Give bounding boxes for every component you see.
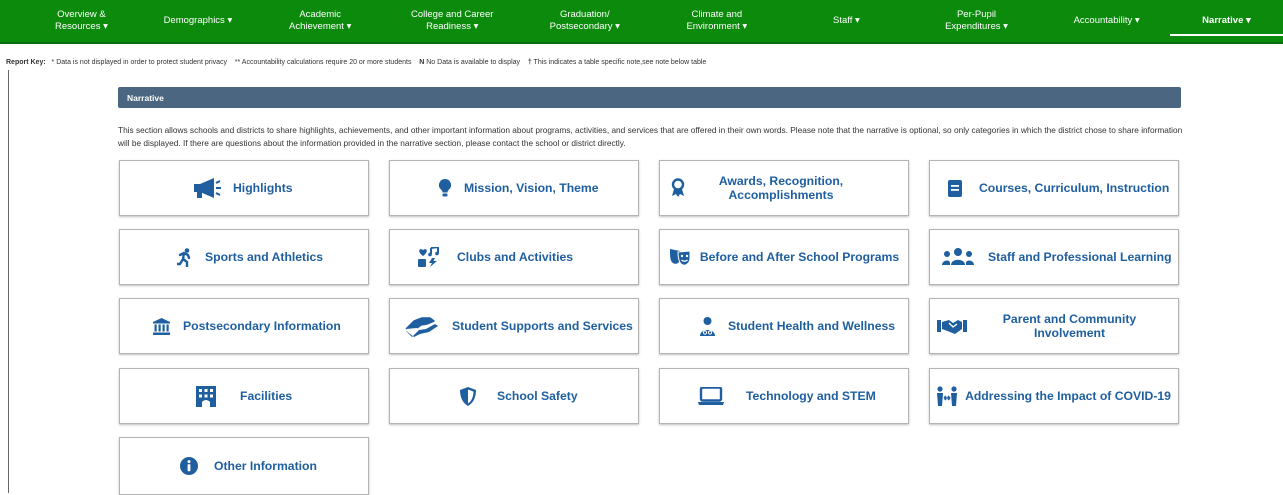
nav-per-pupil-expenditures[interactable]: Per-Pupil Expenditures ▾	[910, 9, 1044, 33]
nav-label: Overview &	[57, 9, 106, 20]
section-intro: This section allows schools and district…	[118, 125, 1183, 148]
report-key-note: * Data is not displayed in order to prot…	[51, 59, 228, 66]
card-label: Clubs and Activities	[457, 249, 574, 264]
content-left-border	[8, 70, 9, 493]
report-key-symbol: N	[419, 59, 425, 66]
card-label: Technology and STEM	[746, 388, 876, 403]
nav-label: Per-Pupil	[956, 9, 997, 20]
nav-accountability[interactable]: Accountability ▾	[1043, 15, 1170, 27]
nav-staff[interactable]: Staff ▾	[783, 15, 910, 27]
card-label: Mission, Vision, Theme	[464, 180, 599, 195]
shield-icon	[459, 386, 477, 406]
nav-college-career-readiness[interactable]: College and Career Readiness ▾	[385, 9, 519, 33]
card-label: Facilities	[240, 388, 293, 403]
card-student-health[interactable]: Student Health and Wellness	[659, 298, 909, 354]
card-other-information[interactable]: Other Information	[119, 437, 369, 495]
card-label: Parent and Community Involvement	[1002, 311, 1137, 341]
card-covid-impact[interactable]: Addressing the Impact of COVID-19	[929, 368, 1179, 424]
handshake-icon	[937, 318, 967, 335]
card-label: Other Information	[214, 458, 317, 473]
card-label: Postsecondary Information	[183, 318, 341, 333]
card-technology-stem[interactable]: Technology and STEM	[659, 368, 909, 424]
activities-icon	[417, 247, 439, 267]
card-mission-vision-theme[interactable]: Mission, Vision, Theme	[389, 160, 639, 216]
nav-academic-achievement[interactable]: Academic Achievement ▾	[255, 9, 386, 33]
report-key: Report Key: * Data is not displayed in o…	[6, 59, 706, 66]
card-label: Addressing the Impact of COVID-19	[965, 388, 1171, 403]
nav-label: Achievement ▾	[289, 21, 352, 32]
card-awards-recognition[interactable]: Awards, Recognition, Accomplishments	[659, 160, 909, 216]
lightbulb-icon	[437, 178, 453, 198]
nav-label: Readiness ▾	[426, 21, 479, 32]
card-label: Highlights	[233, 180, 293, 195]
nav-label: Climate and	[691, 9, 743, 20]
nav-label: Resources ▾	[55, 21, 108, 32]
card-label: Sports and Athletics	[205, 249, 324, 264]
info-circle-icon	[180, 457, 198, 475]
nav-demographics[interactable]: Demographics ▾	[141, 15, 255, 27]
report-key-label: Report Key:	[6, 59, 46, 66]
card-label: School Safety	[497, 388, 578, 403]
card-label: Student Health and Wellness	[728, 318, 896, 333]
nav-graduation-postsecondary[interactable]: Graduation/Postsecondary ▾	[519, 9, 651, 33]
people-arrows-icon	[936, 386, 958, 406]
report-key-note: ** Accountability calculations require 2…	[234, 59, 412, 66]
nav-label: Narrative ▾	[1202, 15, 1251, 26]
card-postsecondary-info[interactable]: Postsecondary Information	[119, 298, 369, 354]
nav-label: Environment ▾	[686, 21, 748, 32]
nav-label: Postsecondary ▾	[549, 21, 620, 32]
report-key-note: No Data is available to display	[426, 59, 521, 66]
university-icon	[152, 317, 170, 335]
card-label: Before and After School Programs	[699, 249, 900, 264]
card-parent-community[interactable]: Parent and Community Involvement	[929, 298, 1179, 354]
card-courses-curriculum[interactable]: Courses, Curriculum, Instruction	[929, 160, 1179, 216]
award-icon	[670, 178, 686, 198]
nav-label: Demographics ▾	[163, 15, 233, 26]
nav-label: Expenditures ▾	[945, 21, 1008, 32]
theater-masks-icon	[669, 248, 691, 266]
hands-helping-icon	[405, 315, 439, 337]
section-title: Narrative	[127, 93, 164, 103]
section-header: Narrative	[118, 87, 1181, 108]
user-md-icon	[699, 316, 715, 336]
card-highlights[interactable]: Highlights	[119, 160, 369, 216]
card-label: Courses, Curriculum, Instruction	[979, 180, 1170, 195]
card-staff-professional[interactable]: Staff and Professional Learning	[929, 229, 1179, 285]
top-navigation: Overview & Resources ▾ Demographics ▾ Aca…	[0, 0, 1283, 44]
report-key-symbol: †	[527, 59, 532, 66]
nav-label: Staff ▾	[833, 15, 860, 26]
card-school-safety[interactable]: School Safety	[389, 368, 639, 424]
laptop-icon	[698, 387, 724, 405]
nav-overview-resources[interactable]: Overview & Resources ▾	[22, 9, 141, 33]
card-student-supports[interactable]: Student Supports and Services	[389, 298, 639, 354]
megaphone-icon	[192, 177, 222, 199]
report-key-note: This indicates a table specific note,see…	[533, 59, 707, 66]
nav-narrative[interactable]: Narrative ▾	[1169, 15, 1283, 36]
card-label: Awards, Recognition, Accomplishments	[718, 173, 844, 203]
card-label: Staff and Professional Learning	[988, 249, 1172, 264]
nav-label: Accountability ▾	[1073, 15, 1140, 26]
book-icon	[947, 179, 963, 197]
nav-label: Graduation/	[559, 9, 610, 20]
nav-climate-environment[interactable]: Climate and Environment ▾	[651, 9, 784, 33]
card-label: Student Supports and Services	[452, 318, 633, 333]
running-icon	[176, 247, 192, 267]
card-sports-athletics[interactable]: Sports and Athletics	[119, 229, 369, 285]
users-icon	[941, 247, 975, 267]
card-clubs-activities[interactable]: Clubs and Activities	[389, 229, 639, 285]
nav-label: College and Career	[411, 9, 494, 20]
nav-label: Academic	[299, 9, 342, 20]
building-icon	[196, 385, 216, 407]
card-facilities[interactable]: Facilities	[119, 368, 369, 424]
card-before-after-school[interactable]: Before and After School Programs	[659, 229, 909, 285]
